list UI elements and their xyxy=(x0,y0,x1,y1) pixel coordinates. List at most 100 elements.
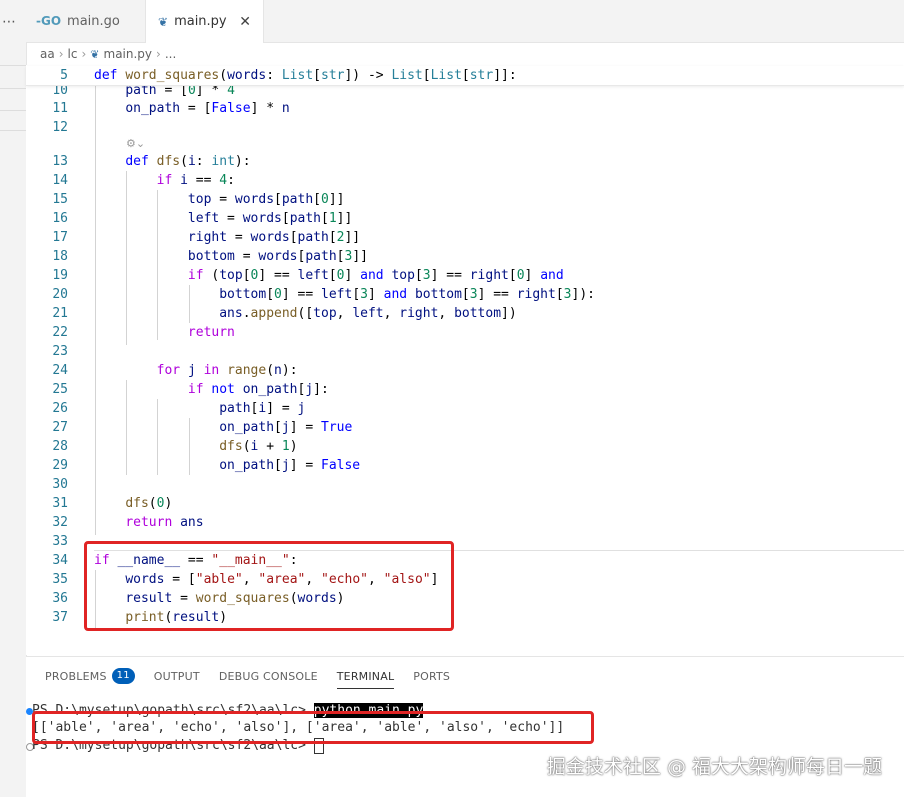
code-editor[interactable]: 5 def word_squares(words: List[str]) -> L… xyxy=(26,65,904,655)
chevron-right-icon: › xyxy=(81,47,87,61)
tab-main-py[interactable]: ❦ main.py ✕ xyxy=(146,0,264,43)
line-number: 36 xyxy=(52,591,68,606)
terminal-output: [['able', 'area', 'echo', 'also'], ['are… xyxy=(32,720,565,735)
line-number: 13 xyxy=(52,154,68,169)
activity-bar: ⋯ xyxy=(0,0,27,797)
breadcrumb-item[interactable]: ... xyxy=(165,47,176,61)
tab-debug-console[interactable]: DEBUG CONSOLE xyxy=(219,657,318,695)
code-line: 37 print(result) xyxy=(26,608,904,627)
editor-tab-bar: -GO main.go ❦ main.py ✕ xyxy=(26,0,904,43)
code-text: left = words[path[1]] xyxy=(187,211,353,226)
code-line: 13 def dfs(i: int): xyxy=(26,152,904,171)
tab-label: PORTS xyxy=(413,669,451,683)
code-text: on_path = [False] * n xyxy=(125,101,290,116)
terminal-prompt: PS D:\mysetup\gopath\src\sf2\aa\lc> xyxy=(32,703,314,718)
terminal-line: PS D:\mysetup\gopath\src\sf2\aa\lc> xyxy=(32,737,324,755)
code-line: 36 result = word_squares(words) xyxy=(26,589,904,608)
line-number: 17 xyxy=(52,230,68,245)
code-text: def dfs(i: int): xyxy=(125,154,251,169)
line-number: 16 xyxy=(52,211,68,226)
go-file-icon: -GO xyxy=(36,14,62,28)
indent-guide xyxy=(95,85,96,535)
problems-count-badge: 11 xyxy=(111,668,135,684)
code-text: on_path[j] = True xyxy=(219,420,353,435)
indent-guide xyxy=(95,570,96,630)
code-line: 5 def word_squares(words: List[str]) -> L… xyxy=(26,66,904,86)
code-text: bottom[0] == left[3] and bottom[3] == ri… xyxy=(219,287,595,302)
code-line: 35 words = ["able", "area", "echo", "als… xyxy=(26,570,904,589)
line-number: 12 xyxy=(52,120,68,135)
code-text: right = words[path[2]] xyxy=(187,230,361,245)
code-line: 23 xyxy=(26,342,904,361)
code-line: 33 xyxy=(26,532,904,551)
tab-label: DEBUG CONSOLE xyxy=(218,669,318,683)
code-text: dfs(0) xyxy=(125,496,173,511)
tab-problems[interactable]: PROBLEMS 11 xyxy=(45,657,135,695)
chevron-right-icon: › xyxy=(156,47,161,61)
line-number: 23 xyxy=(52,344,68,359)
tab-ports[interactable]: PORTS xyxy=(413,657,450,695)
more-icon[interactable]: ⋯ xyxy=(2,14,16,30)
code-line: 31 dfs(0) xyxy=(26,494,904,513)
line-number: 19 xyxy=(52,268,68,283)
indent-guide xyxy=(188,285,190,323)
line-number: 34 xyxy=(52,553,68,568)
breadcrumb-item[interactable]: lc xyxy=(68,47,78,61)
code-text: return ans xyxy=(125,515,204,530)
code-text: if not on_path[j]: xyxy=(187,382,329,397)
line-number: 21 xyxy=(52,306,68,321)
indent-guide xyxy=(157,399,159,475)
tab-main-go[interactable]: -GO main.go xyxy=(26,0,146,42)
panel-tab-bar: PROBLEMS 11 OUTPUT DEBUG CONSOLE TERMINA… xyxy=(26,657,904,695)
tab-output[interactable]: OUTPUT xyxy=(154,657,200,695)
terminal-cursor xyxy=(313,737,324,754)
breadcrumb-item[interactable]: aa xyxy=(40,47,55,61)
python-file-icon: ❦ xyxy=(158,14,169,29)
terminal-command: python main.py xyxy=(313,703,424,718)
line-number: 32 xyxy=(52,515,68,530)
divider xyxy=(0,65,26,66)
code-text: result = word_squares(words) xyxy=(125,591,345,606)
code-line: 14 if i == 4: xyxy=(26,171,904,190)
line-number: 27 xyxy=(52,420,68,435)
python-file-icon: ❦ xyxy=(90,47,100,61)
line-number: 30 xyxy=(52,477,68,492)
line-number: 33 xyxy=(52,534,68,549)
code-line: 11 on_path = [False] * n xyxy=(26,99,904,118)
line-number: 29 xyxy=(52,458,68,473)
close-icon[interactable]: ✕ xyxy=(239,14,251,30)
line-number: 14 xyxy=(52,173,68,188)
code-text: return xyxy=(187,325,235,340)
copilot-icon[interactable]: ⚙⌄ xyxy=(126,137,145,150)
line-number: 11 xyxy=(52,101,68,116)
divider xyxy=(0,110,26,111)
code-text: dfs(i + 1) xyxy=(219,439,298,454)
code-line: 34 if __name__ == "__main__": xyxy=(26,551,904,570)
tab-label: TERMINAL xyxy=(336,669,395,683)
line-number: 37 xyxy=(52,610,68,625)
breadcrumb: aa › lc › ❦ main.py › ... xyxy=(26,43,904,65)
tab-label: main.py xyxy=(174,14,227,29)
code-line: 25 if not on_path[j]: xyxy=(26,380,904,399)
code-text: for j in range(n): xyxy=(156,363,298,378)
divider xyxy=(94,550,904,551)
tab-label: OUTPUT xyxy=(153,669,200,683)
breadcrumb-item[interactable]: main.py xyxy=(104,47,153,61)
tab-terminal[interactable]: TERMINAL xyxy=(336,657,395,695)
line-number: 20 xyxy=(52,287,68,302)
code-line: 30 xyxy=(26,475,904,494)
code-text: if (top[0] == left[0] and top[3] == righ… xyxy=(187,268,564,283)
tab-label: main.go xyxy=(67,13,120,29)
line-number: 22 xyxy=(52,325,68,340)
line-number: 25 xyxy=(52,382,68,397)
code-line: 24 for j in range(n): xyxy=(26,361,904,380)
code-line: 32 return ans xyxy=(26,513,904,532)
indent-guide xyxy=(126,380,128,475)
chevron-right-icon: › xyxy=(58,47,64,61)
line-number: 24 xyxy=(52,363,68,378)
divider xyxy=(0,130,26,131)
line-number: 28 xyxy=(52,439,68,454)
line-number: 15 xyxy=(52,192,68,207)
code-text: top = words[path[0]] xyxy=(187,192,345,207)
code-text: def word_squares(words: List[str]) -> Li… xyxy=(94,68,517,83)
